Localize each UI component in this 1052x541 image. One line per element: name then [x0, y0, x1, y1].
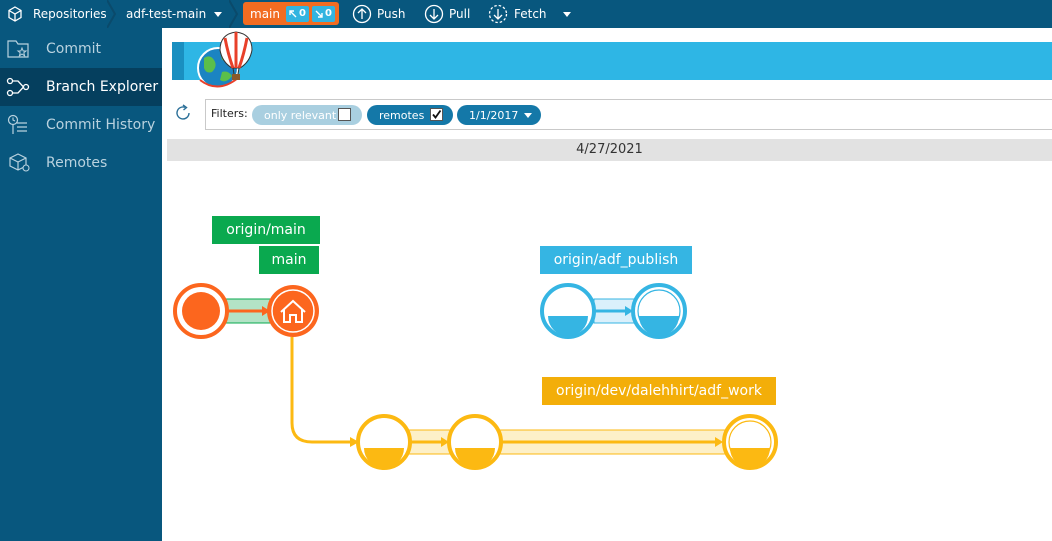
- timeline-date: 4/27/2021: [576, 142, 643, 157]
- sidebar-item-commit[interactable]: Commit: [0, 30, 162, 68]
- pull-button[interactable]: Pull: [424, 0, 470, 28]
- remotes-icon: [9, 153, 30, 172]
- only-relevant-checkbox[interactable]: [338, 108, 351, 121]
- branch-label-origin-dev-work[interactable]: origin/dev/dalehhirt/adf_work: [542, 377, 776, 405]
- branch-label-origin-adf-publish[interactable]: origin/adf_publish: [540, 246, 692, 274]
- branch-label-origin-main[interactable]: origin/main: [212, 216, 320, 244]
- fetch-button[interactable]: Fetch: [488, 0, 571, 28]
- current-branch-name: main: [250, 6, 280, 21]
- incoming-count-badge: 0: [311, 5, 335, 22]
- dev-commit-2[interactable]: [447, 414, 503, 470]
- repositories-button[interactable]: Repositories: [7, 0, 107, 28]
- main-head-commit[interactable]: [267, 285, 319, 337]
- sidebar-item-remotes[interactable]: Remotes: [0, 144, 162, 182]
- branch-explorer-icon: [6, 77, 30, 97]
- arrow-up-left-icon: [289, 9, 297, 17]
- timeline-date-header: 4/27/2021: [167, 139, 1052, 161]
- arrow-down-right-icon: [315, 10, 323, 18]
- repository-cube-icon: [8, 6, 22, 22]
- outgoing-count-badge: 0: [285, 5, 309, 22]
- dev-head-commit[interactable]: [722, 414, 778, 470]
- sidebar-item-commit-history[interactable]: Commit History: [0, 106, 162, 144]
- filters-label: Filters:: [211, 107, 248, 120]
- commit-history-icon: [7, 114, 27, 134]
- branch-label-main[interactable]: main: [259, 246, 319, 274]
- breadcrumb-separator: [229, 0, 239, 28]
- header-banner-edge: [172, 42, 184, 80]
- app-logo-balloon-globe-icon: [197, 31, 253, 89]
- push-arrow-up-icon: [352, 4, 372, 24]
- chevron-down-icon: [524, 113, 532, 118]
- dev-commit-1[interactable]: [356, 414, 412, 470]
- chevron-down-icon[interactable]: [562, 11, 571, 17]
- sidebar-item-branch-explorer[interactable]: Branch Explorer: [0, 68, 162, 106]
- chevron-down-icon: [214, 11, 223, 17]
- remotes-checkbox[interactable]: [430, 108, 443, 121]
- main-commit-1[interactable]: [173, 283, 229, 339]
- pull-arrow-down-icon: [424, 4, 444, 24]
- repository-name: adf-test-main: [126, 7, 207, 21]
- breadcrumb-separator: [107, 0, 117, 28]
- fetch-arrow-down-icon: [488, 4, 508, 24]
- repositories-label: Repositories: [33, 7, 107, 21]
- sidebar: Commit Branch Explorer Commit History Re…: [0, 28, 162, 541]
- dev-branch-link: [290, 337, 352, 444]
- since-date-dropdown[interactable]: 1/1/2017: [457, 105, 541, 125]
- top-toolbar: Repositories adf-test-main main 0 0 Push: [0, 0, 1052, 28]
- publish-commit-1[interactable]: [540, 283, 596, 339]
- refresh-icon[interactable]: [174, 104, 192, 122]
- commit-icon: [7, 40, 29, 58]
- remotes-filter[interactable]: remotes: [367, 105, 453, 125]
- push-button[interactable]: Push: [352, 0, 406, 28]
- checkmark-icon: [432, 109, 442, 119]
- header-banner: [172, 42, 1052, 80]
- filter-bar: Filters: only relevant remotes 1/1/2017: [205, 99, 1052, 130]
- repository-selector[interactable]: adf-test-main: [126, 0, 223, 28]
- current-branch-button[interactable]: main 0 0: [243, 2, 339, 25]
- only-relevant-filter[interactable]: only relevant: [252, 105, 362, 125]
- publish-head-commit[interactable]: [631, 283, 687, 339]
